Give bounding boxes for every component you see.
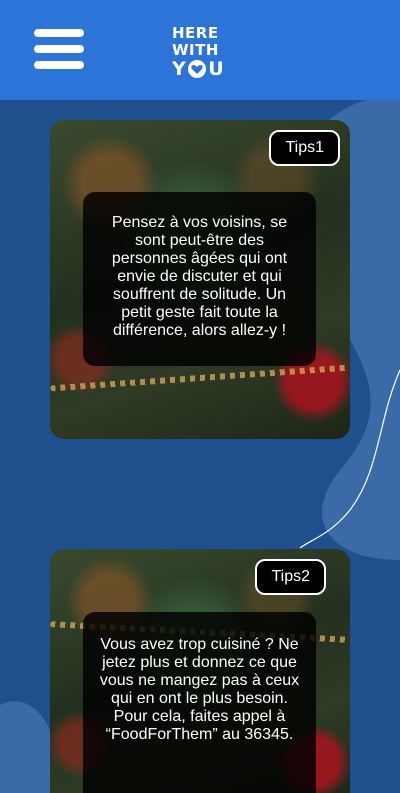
tip-card-1[interactable]: Tips1 Pensez à vos voisins, se sont peut… <box>50 120 350 439</box>
tip-badge-1[interactable]: Tips1 <box>269 130 340 166</box>
tip-badge-2[interactable]: Tips2 <box>255 559 326 595</box>
logo-line-3: Y U <box>172 59 228 79</box>
garland-decoration <box>50 364 350 392</box>
logo-letter-y: Y <box>172 58 187 80</box>
tip-text-1: Pensez à vos voisins, se sont peut-être … <box>111 214 288 339</box>
menu-bar-top <box>34 29 84 37</box>
menu-bar-bottom <box>34 61 84 69</box>
logo-line-2: WITH <box>172 41 219 59</box>
tip-text-box-1: Pensez à vos voisins, se sont peut-être … <box>83 192 316 366</box>
tip-card-2[interactable]: Tips2 Vous avez trop cuisiné ? Ne jetez … <box>50 549 350 793</box>
menu-bar-middle <box>34 45 84 53</box>
hamburger-menu-icon[interactable] <box>34 29 84 71</box>
logo-letter-u: U <box>208 58 225 80</box>
tip-text-2: Vous avez trop cuisiné ? Ne jetez plus e… <box>99 636 300 743</box>
app-logo[interactable]: HERE WITH Y U <box>172 25 228 81</box>
logo-line-1: HERE <box>172 24 219 42</box>
tip-text-box-2: Vous avez trop cuisiné ? Ne jetez plus e… <box>83 612 316 793</box>
heart-icon <box>188 60 207 78</box>
app-header: HERE WITH Y U <box>0 0 400 100</box>
